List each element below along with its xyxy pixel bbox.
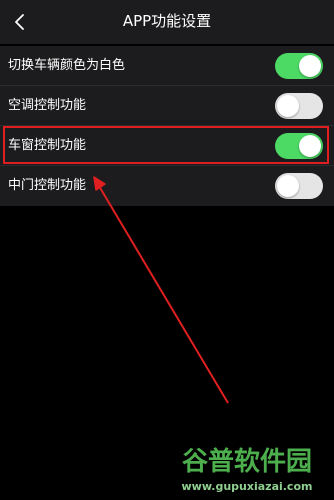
watermark-logo: 谷普软件园 [181,447,312,477]
watermark-url: www.gupuxiazai.com [181,480,313,493]
annotation-arrow [93,176,229,404]
watermark: 谷普软件园 www.gupuxiazai.com [162,446,332,500]
app-settings-screen: APP功能设置 切换车辆颜色为白色 空调控制功能 车窗控制功能 中门控制功能 谷… [0,0,334,500]
